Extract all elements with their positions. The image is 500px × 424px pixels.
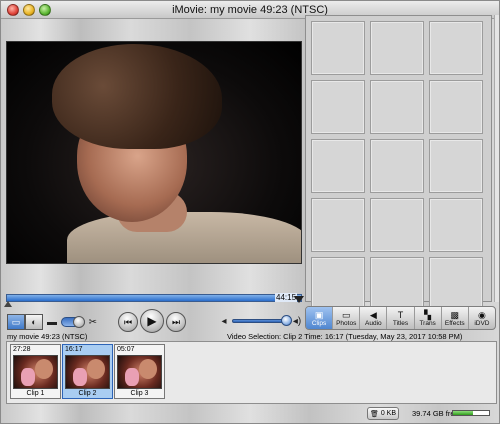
clip-duration: 27:28 [13, 346, 31, 353]
trash-icon: 🗑 [369, 410, 379, 418]
timeline-viewer-icon: ◐ [31, 317, 37, 327]
shelf-slot[interactable] [311, 139, 365, 193]
effects-icon: ▩ [450, 309, 460, 320]
tab-clips[interactable]: ▣ Clips [306, 307, 334, 329]
shelf-slot[interactable] [429, 139, 483, 193]
play-icon: ▶ [147, 314, 157, 328]
tab-label: iDVD [474, 319, 490, 327]
clips-icon: ▣ [314, 309, 324, 320]
panel-tabs: ▣ Clips ▭ Photos ◀ Audio T Titles ▚ Tran… [305, 306, 496, 330]
volume-low-icon: ◂ [221, 315, 227, 327]
tab-label: Audio [365, 319, 382, 327]
thumbnail-figure [139, 359, 157, 379]
speaker-icon: ◀ [369, 309, 377, 320]
volume-high-icon: ◂) [292, 315, 302, 327]
shelf-slot[interactable] [370, 139, 424, 193]
clip-thumbnail [117, 355, 162, 389]
clip-name: Clip 2 [78, 390, 97, 397]
shelf-slot[interactable] [311, 21, 365, 75]
shelf-slot[interactable] [311, 80, 365, 134]
rewind-button[interactable]: ⏮ [118, 312, 138, 332]
crop-start-marker[interactable] [4, 301, 12, 307]
shelf-grid [311, 21, 483, 311]
shelf-slot[interactable] [370, 257, 424, 311]
video-frame-hair [52, 44, 222, 149]
clip-name: Clip 3 [130, 390, 149, 397]
shelf-slot[interactable] [429, 198, 483, 252]
clip-thumbnail [13, 355, 58, 389]
dvd-icon: ◉ [477, 309, 486, 320]
free-space-fill [453, 411, 473, 415]
clip-viewer-icon: ▭ [11, 316, 21, 327]
transitions-icon: ▚ [424, 309, 432, 320]
shelf-slot[interactable] [370, 21, 424, 75]
scrubber-bar[interactable] [6, 294, 302, 302]
tab-transitions[interactable]: ▚ Trans [415, 307, 442, 329]
trash-button[interactable]: 🗑 0 KB [367, 407, 399, 420]
thumbnail-figure [87, 359, 105, 379]
fullscreen-icon: ⏭ [171, 316, 181, 327]
project-info: my movie 49:23 (NTSC) [7, 332, 88, 341]
shelf-scrollbar[interactable] [494, 15, 499, 302]
tab-label: Trans [419, 319, 436, 327]
tab-titles[interactable]: T Titles [387, 307, 415, 329]
thumbnail-figure [125, 368, 139, 386]
clip-thumbnail [65, 355, 110, 389]
shelf-slot[interactable] [370, 198, 424, 252]
clip-3[interactable]: 05:07 Clip 3 [114, 344, 165, 399]
mode-switch-track[interactable] [60, 316, 85, 328]
shelf-slot[interactable] [429, 21, 483, 75]
titles-icon: T [397, 309, 404, 320]
shelf-slot[interactable] [311, 257, 365, 311]
imovie-window: iMovie: my movie 49:23 (NTSC) 44:15 ▭ ◐ … [0, 0, 500, 424]
thumbnail-figure [73, 368, 87, 386]
clip-viewer-button[interactable]: ▭ [7, 314, 25, 330]
tab-label: Photos [336, 319, 357, 327]
timeline-viewer-button[interactable]: ◐ [25, 314, 43, 330]
selection-info: Video Selection: Clip 2 Time: 16:17 (Tue… [227, 332, 463, 341]
play-fullscreen-button[interactable]: ⏭ [166, 312, 186, 332]
tab-idvd[interactable]: ◉ iDVD [469, 307, 495, 329]
tab-audio[interactable]: ◀ Audio [360, 307, 388, 329]
video-monitor[interactable] [6, 41, 302, 264]
tab-label: Clips [311, 319, 327, 327]
shelf-slot[interactable] [429, 80, 483, 134]
camera-edit-switch[interactable]: ▬ ✂ [45, 315, 99, 329]
shelf-slot[interactable] [429, 257, 483, 311]
shelf-slot[interactable] [311, 198, 365, 252]
tab-label: Titles [392, 319, 409, 327]
camera-icon: ▬ [47, 316, 57, 328]
tab-label: Effects [444, 319, 465, 327]
photos-icon: ▭ [341, 309, 351, 320]
clip-shelf[interactable] [305, 15, 492, 311]
rewind-icon: ⏮ [123, 316, 133, 327]
free-space-meter [452, 410, 490, 416]
clip-2[interactable]: 16:17 Clip 2 [62, 344, 113, 399]
thumbnail-figure [21, 368, 35, 386]
tab-effects[interactable]: ▩ Effects [442, 307, 469, 329]
clip-1[interactable]: 27:28 Clip 1 [10, 344, 61, 399]
playhead[interactable] [294, 296, 304, 303]
mode-switch-knob[interactable] [72, 316, 85, 328]
clip-duration: 05:07 [117, 346, 135, 353]
play-button[interactable]: ▶ [140, 309, 164, 333]
trash-size: 0 KB [380, 410, 397, 417]
scissors-icon: ✂ [88, 316, 97, 328]
clip-viewer[interactable]: 27:28 Clip 1 16:17 Clip 2 05:07 Clip 3 [6, 341, 497, 404]
clip-name: Clip 1 [26, 390, 45, 397]
tab-photos[interactable]: ▭ Photos [333, 307, 361, 329]
thumbnail-figure [35, 359, 53, 379]
shelf-slot[interactable] [370, 80, 424, 134]
clip-duration: 16:17 [65, 346, 83, 353]
